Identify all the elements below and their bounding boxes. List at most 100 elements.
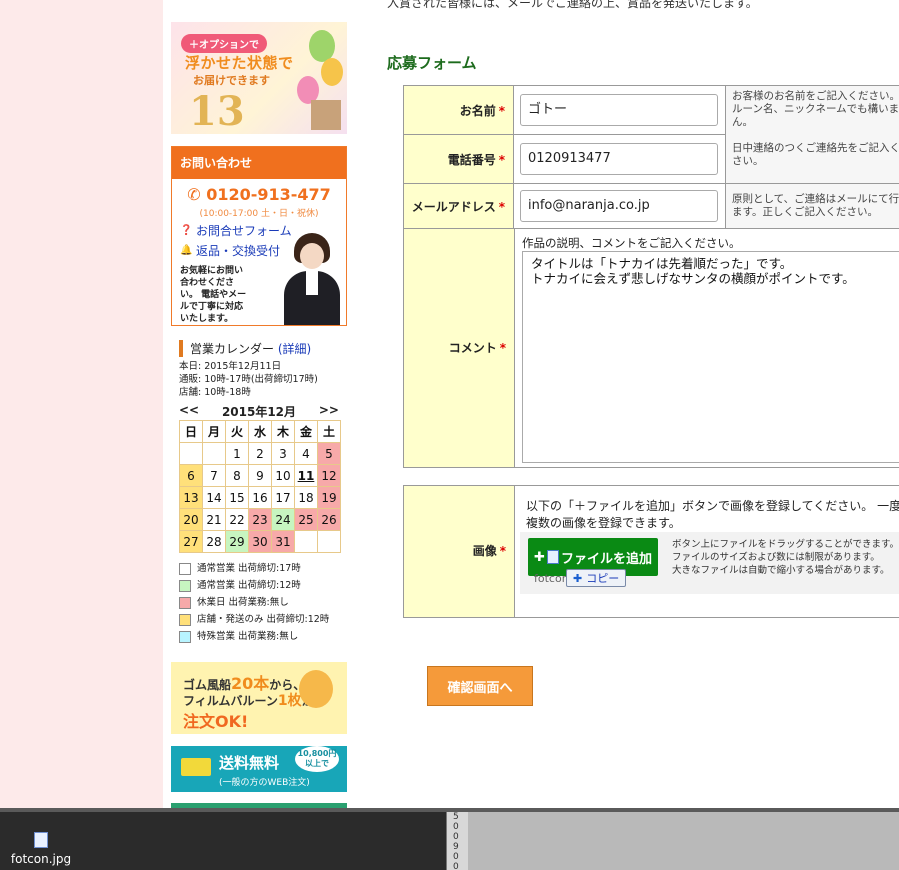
bottom-panel: fotcon.jpg 5 0 0 9 0 0 xyxy=(0,808,899,870)
calendar-day: 20 xyxy=(179,508,203,531)
legend-label: 休業日 出荷業務:無し xyxy=(197,597,289,608)
calendar-day: 7 xyxy=(202,464,226,487)
drag-copy-badge: ✚ コピー xyxy=(566,569,627,587)
calendar-day: 25 xyxy=(294,508,318,531)
calendar-day: 18 xyxy=(294,486,318,509)
weekday-header: 月 xyxy=(202,420,226,443)
gum-number: 1枚 xyxy=(277,693,302,709)
legend-swatch xyxy=(179,579,191,592)
calendar-grid: 日 月 火 水 木 金 土 1 2 3 4 5 6 7 8 9 10 11 12… xyxy=(179,420,341,553)
required-mark: * xyxy=(498,199,505,214)
name-input[interactable]: ゴトー xyxy=(520,94,718,126)
calendar-month: 2015年12月 xyxy=(221,405,297,419)
calendar-day: 15 xyxy=(225,486,249,509)
plus-icon: ✚ xyxy=(573,571,583,585)
free-shipping-banner[interactable]: 送料無料 (一般の方のWEB注文) 10,800円以上で xyxy=(171,746,347,792)
required-mark: * xyxy=(498,103,505,118)
name-cell: ゴトー xyxy=(513,85,726,135)
ruler: 5 0 0 9 0 0 xyxy=(446,812,468,870)
required-mark: * xyxy=(499,544,506,558)
gift-box-icon xyxy=(311,100,341,130)
phone-input[interactable]: 0120913477 xyxy=(520,143,718,175)
weekday-header: 金 xyxy=(294,420,318,443)
comment-label-text: コメント xyxy=(448,341,497,355)
comment-textarea[interactable]: タイトルは「トナカイは先着順だった」です。 トナカイに会えず悲しげなサンタの横顔… xyxy=(522,251,899,463)
ship-banner-title: 送料無料 xyxy=(219,754,280,772)
calendar-day: 13 xyxy=(179,486,203,509)
calendar-day: 24 xyxy=(271,508,295,531)
ship-banner-badge: 10,800円以上で xyxy=(295,746,339,772)
calendar-title: 営業カレンダー (詳細) xyxy=(179,340,311,357)
calendar-day: 5 xyxy=(317,442,341,465)
sidebar: ＋オプションで 浮かせた状態で お届けできます 13 お問い合わせ ✆ 0120… xyxy=(163,0,353,808)
calendar-day: 8 xyxy=(225,464,249,487)
desktop-file[interactable]: fotcon.jpg xyxy=(6,832,76,866)
banner-number: 13 xyxy=(189,88,245,134)
banner-subline: お届けできます xyxy=(193,74,270,87)
grey-panel xyxy=(468,812,899,870)
email-help: 原則として、ご連絡はメールにて行います。正しくご記入ください。 xyxy=(725,183,899,229)
legend-label: 通常営業 出荷締切:12時 xyxy=(197,580,301,591)
calendar-day: 23 xyxy=(248,508,272,531)
balloon-icon xyxy=(299,670,333,708)
email-input[interactable]: info@naranja.co.jp xyxy=(520,190,718,222)
image-label: 画像 * xyxy=(404,486,515,617)
confirm-button[interactable]: 確認画面へ xyxy=(427,666,533,706)
calendar-day: 21 xyxy=(202,508,226,531)
bell-icon: 🔔 xyxy=(180,245,193,256)
calendar-day: 10 xyxy=(271,464,295,487)
phone-help: 日中連絡のつくご連絡先をご記入ください。 xyxy=(732,142,899,167)
legend-item: 通常営業 出荷締切:17時 xyxy=(179,560,329,577)
calendar-nav: << 2015年12月 >> xyxy=(179,403,339,420)
calendar-day: 19 xyxy=(317,486,341,509)
calendar-day: 2 xyxy=(248,442,272,465)
add-file-button-label: ファイルを追加 xyxy=(560,551,652,567)
calendar-day: 17 xyxy=(271,486,295,509)
page-background-left xyxy=(0,0,163,808)
legend-label: 通常営業 出荷締切:17時 xyxy=(197,563,301,574)
file-icon xyxy=(546,550,559,564)
calendar-legend: 通常営業 出荷締切:17時 通常営業 出荷締切:12時 休業日 出荷業務:無し … xyxy=(179,560,329,645)
banner-pill: ＋オプションで xyxy=(181,34,267,53)
main-content: 入賞された皆様には、メールでご連絡の上、賞品を発送いたします。 応募フォーム お… xyxy=(353,0,899,808)
image-file-icon xyxy=(34,832,48,848)
comment-hint: 作品の説明、コメントをご記入ください。 xyxy=(522,236,741,250)
phone-icon: ✆ xyxy=(187,185,207,204)
contact-hours: (10:00-17:00 土・日・祝休) xyxy=(199,209,319,219)
contact-form-link-label: お問合せフォーム xyxy=(196,224,292,238)
calendar-day: 3 xyxy=(271,442,295,465)
email-label-text: メールアドレス xyxy=(411,199,496,214)
image-row: 画像 * 以下の「＋ファイルを追加」ボタンで画像を登録してください。 一度に複数の… xyxy=(403,485,899,618)
calendar-day: 30 xyxy=(248,530,272,553)
calendar-day xyxy=(317,530,341,553)
weekday-header: 火 xyxy=(225,420,249,443)
image-description: 以下の「＋ファイルを追加」ボタンで画像を登録してください。 一度に複数の画像を登… xyxy=(526,499,899,530)
calendar-info: 本日: 2015年12月11日 通販: 10時-17時(出荷締切17時) 店舗:… xyxy=(179,360,318,399)
calendar-day: 12 xyxy=(317,464,341,487)
rubber-balloon-banner[interactable]: ゴム風船20本から、 フィルムバルーン1枚から 注文OK! xyxy=(171,662,347,734)
calendar-day: 29 xyxy=(225,530,249,553)
calendar-next-link[interactable]: >> xyxy=(319,403,339,420)
calendar-day: 9 xyxy=(248,464,272,487)
balloon-option-banner[interactable]: ＋オプションで 浮かせた状態で お届けできます 13 xyxy=(171,22,347,134)
legend-item: 通常営業 出荷締切:12時 xyxy=(179,577,329,594)
contact-title: お問い合わせ xyxy=(172,147,346,179)
email-label: メールアドレス * xyxy=(403,183,514,229)
calendar-day: 22 xyxy=(225,508,249,531)
entry-form-table: お名前 * ゴトー お客様のお名前をご記入ください。バルーン名、ニックネームでも構… xyxy=(403,85,899,229)
comment-row: コメント * 作品の説明、コメントをご記入ください。 タイトルは「トナカイは先着順… xyxy=(403,228,899,468)
drag-ghost-filename: fotcon xyxy=(534,572,569,585)
calendar-day: 27 xyxy=(179,530,203,553)
image-label-text: 画像 xyxy=(472,544,497,558)
contact-box: お問い合わせ ✆ 0120-913-477 (10:00-17:00 土・日・祝… xyxy=(171,146,347,326)
name-phone-help: お客様のお名前をご記入ください。バルーン名、ニックネームでも構いません。 日中連… xyxy=(725,85,899,184)
calendar-prev-link[interactable]: << xyxy=(179,403,199,420)
operator-photo xyxy=(280,233,344,325)
legend-item: 店舗・発送のみ 出荷締切:12時 xyxy=(179,611,329,628)
phone-label: 電話番号 * xyxy=(403,134,514,184)
calendar-detail-link[interactable]: (詳細) xyxy=(278,342,311,356)
contact-phone[interactable]: ✆ 0120-913-477 xyxy=(172,185,346,204)
weekday-header: 木 xyxy=(271,420,295,443)
weekday-header: 土 xyxy=(317,420,341,443)
calendar-day xyxy=(179,442,203,465)
